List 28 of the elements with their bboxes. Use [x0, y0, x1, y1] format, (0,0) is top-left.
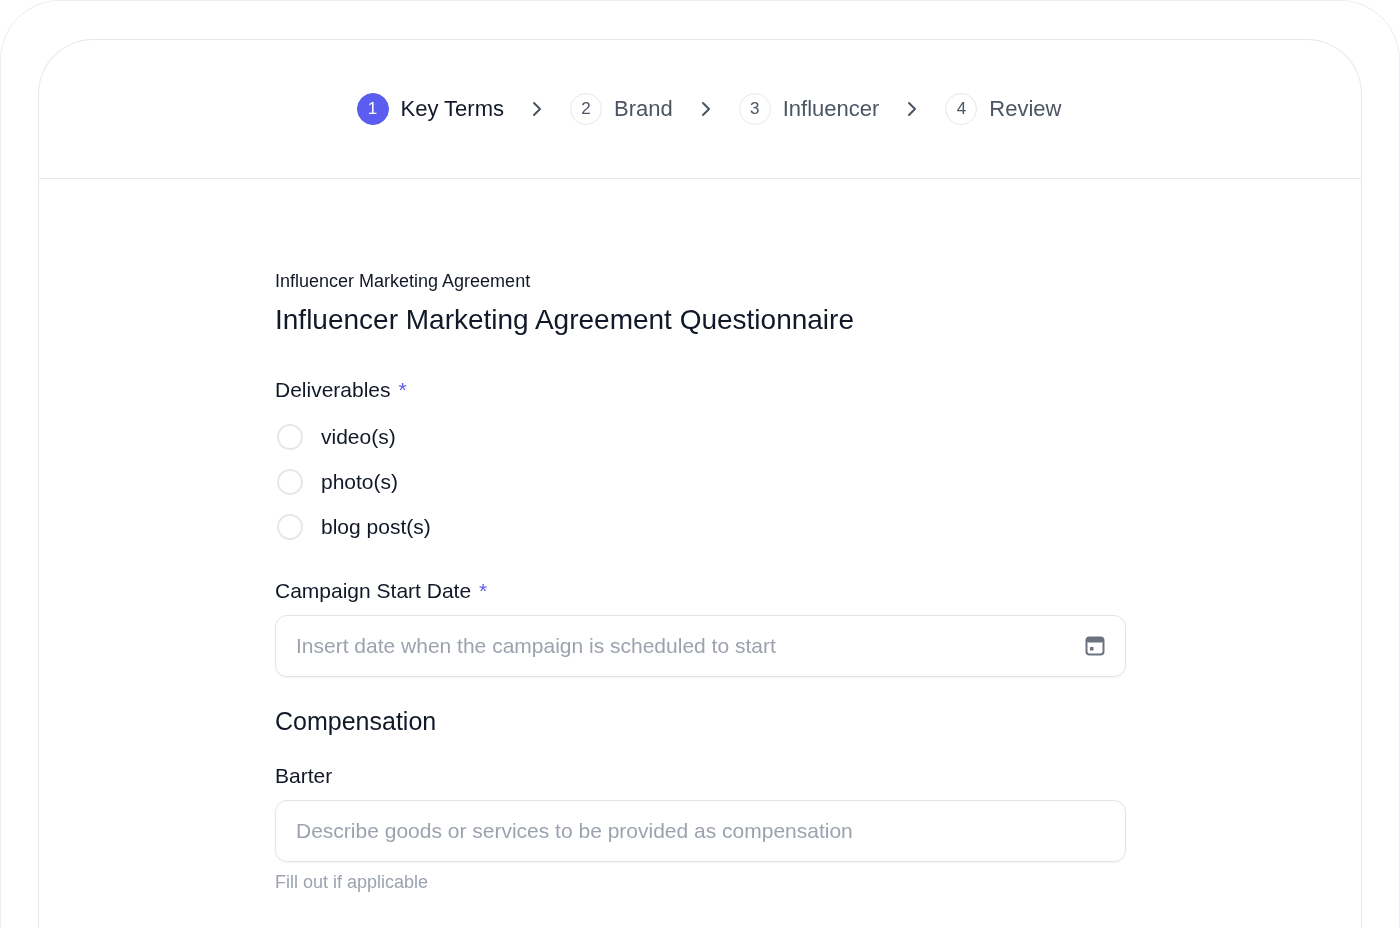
radio-button[interactable] — [277, 513, 303, 540]
radio-button[interactable] — [277, 468, 303, 495]
radio-button[interactable] — [277, 423, 303, 450]
form-subtitle: Influencer Marketing Agreement — [275, 271, 532, 292]
text-box[interactable]: Describe goods or services to be provided as compensation — [275, 800, 1126, 862]
form-title: Influencer Marketing Agreement Questionnaire — [275, 304, 855, 336]
date-picker[interactable]: Insert date when the campaign is scheduled to start — [275, 615, 1126, 677]
step-number: 1 — [356, 93, 389, 125]
chevron-right-icon — [907, 101, 918, 117]
field-hint: Fill out if applicable — [275, 872, 430, 893]
date-field[interactable]: Insert date when the campaign is scheduled to start — [294, 633, 1085, 659]
field-label: Campaign Start Date — [275, 579, 472, 603]
option-label: video(s) — [321, 424, 396, 449]
section-heading: Compensation — [275, 707, 438, 736]
calendar-icon — [1085, 636, 1105, 656]
step-tab[interactable]: Influencer — [782, 96, 880, 122]
required-mark: * — [479, 579, 488, 603]
required-mark: * — [398, 378, 407, 402]
text-field[interactable]: Describe goods or services to be provided as compensation — [294, 818, 1105, 844]
step-tab[interactable]: Brand — [614, 96, 673, 122]
chevron-right-icon — [532, 101, 542, 117]
chevron-right-icon — [700, 101, 711, 117]
step-tab[interactable]: Key Terms — [400, 96, 504, 122]
field-label: Deliverables — [275, 378, 391, 402]
step-tab[interactable]: Review — [989, 96, 1062, 122]
option-label: photo(s) — [321, 469, 399, 494]
option-label: blog post(s) — [321, 514, 431, 539]
field-label: Barter — [275, 764, 333, 788]
